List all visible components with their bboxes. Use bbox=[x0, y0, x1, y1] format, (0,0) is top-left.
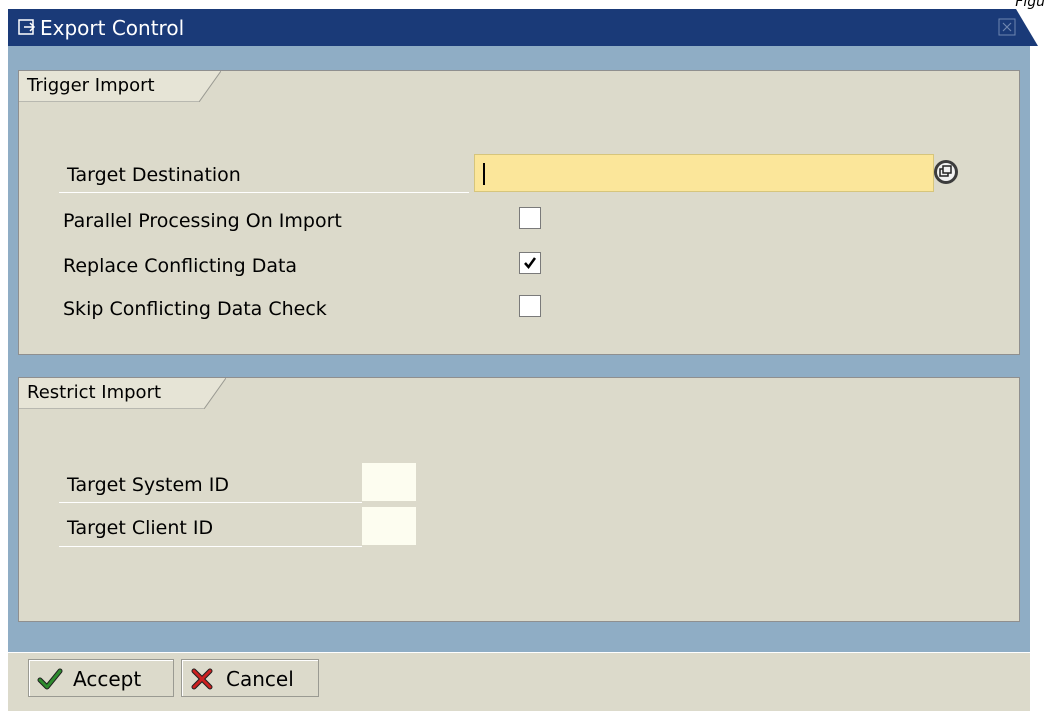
target-system-id-label: Target System ID bbox=[67, 474, 229, 496]
checkmark-icon bbox=[524, 257, 537, 270]
dialog-footer: Accept Cancel bbox=[8, 652, 1030, 711]
skip-conflicting-checkbox[interactable] bbox=[519, 295, 541, 317]
close-icon[interactable] bbox=[998, 18, 1016, 36]
window-title: Export Control bbox=[40, 16, 185, 40]
trigger-import-header: Trigger Import bbox=[19, 71, 221, 102]
target-client-id-label: Target Client ID bbox=[67, 517, 214, 539]
trigger-import-group: Trigger Import Target Destination Parall… bbox=[18, 70, 1020, 355]
parallel-processing-checkbox[interactable] bbox=[519, 207, 541, 229]
target-client-id-underline bbox=[59, 546, 362, 547]
trigger-import-title: Trigger Import bbox=[27, 75, 155, 96]
replace-conflicting-label: Replace Conflicting Data bbox=[63, 255, 298, 277]
target-destination-underline bbox=[59, 192, 469, 193]
accept-label: Accept bbox=[73, 667, 142, 691]
value-help-icon[interactable] bbox=[933, 154, 963, 190]
target-system-id-underline bbox=[59, 502, 362, 503]
dialog-body: Trigger Import Target Destination Parall… bbox=[8, 46, 1030, 652]
accept-button[interactable]: Accept bbox=[28, 659, 174, 697]
restrict-import-header: Restrict Import bbox=[19, 378, 226, 409]
replace-conflicting-checkbox[interactable] bbox=[519, 252, 541, 274]
skip-conflicting-label: Skip Conflicting Data Check bbox=[63, 298, 327, 320]
titlebar-corner bbox=[1016, 9, 1038, 46]
checkmark-icon bbox=[37, 668, 63, 695]
target-destination-label: Target Destination bbox=[67, 164, 241, 186]
restrict-import-title: Restrict Import bbox=[27, 382, 162, 403]
cancel-label: Cancel bbox=[226, 667, 294, 691]
target-system-id-input[interactable] bbox=[362, 463, 416, 501]
dialog-arrow-icon bbox=[18, 18, 36, 36]
parallel-processing-label: Parallel Processing On Import bbox=[63, 210, 342, 232]
restrict-import-group: Restrict Import Target System ID Target … bbox=[18, 377, 1020, 622]
cancel-button[interactable]: Cancel bbox=[181, 659, 319, 697]
target-client-id-input[interactable] bbox=[362, 507, 416, 545]
text-caret bbox=[483, 163, 485, 185]
window-titlebar: Export Control bbox=[8, 9, 1038, 46]
cross-icon bbox=[190, 668, 214, 695]
target-destination-input[interactable] bbox=[474, 154, 934, 192]
